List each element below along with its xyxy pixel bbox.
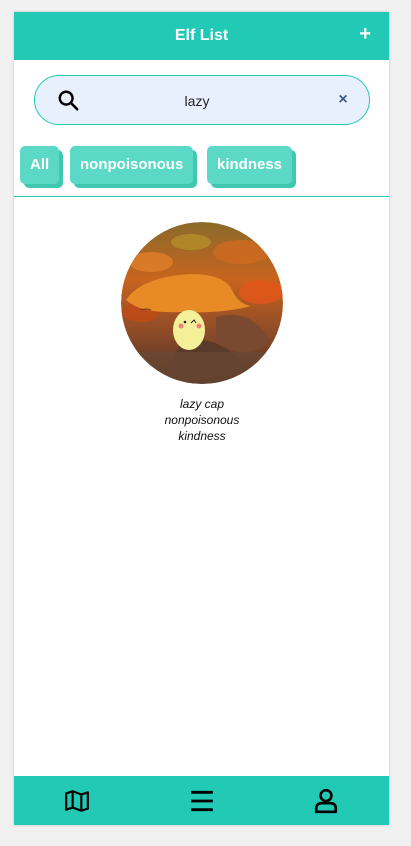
elf-tag-toxicity: nonpoisonous xyxy=(164,413,240,427)
add-button[interactable]: + xyxy=(359,22,371,46)
search-icon[interactable] xyxy=(57,89,79,111)
page-title: Elf List xyxy=(174,27,229,44)
header-bar: Elf List + xyxy=(14,12,389,60)
elf-tag-trait: kindness xyxy=(178,429,226,443)
search-bar: × xyxy=(34,75,370,125)
user-icon[interactable] xyxy=(313,788,339,814)
filter-chip-kindness[interactable]: kindness xyxy=(207,146,293,184)
search-input[interactable] xyxy=(95,86,299,116)
elf-avatar[interactable] xyxy=(121,222,283,384)
divider xyxy=(14,196,389,197)
bottom-nav xyxy=(14,776,389,825)
menu-icon[interactable] xyxy=(189,788,215,814)
filter-chip-nonpoisonous[interactable]: nonpoisonous xyxy=(70,146,194,184)
app-frame: Elf List + × All nonpoisonous kindness xyxy=(14,12,389,825)
filter-chip-all[interactable]: All xyxy=(20,146,60,184)
result-caption: lazy cap nonpoisonous kindness xyxy=(121,396,283,444)
elf-name: lazy cap xyxy=(179,397,225,411)
result-card[interactable]: lazy cap nonpoisonous kindness xyxy=(121,222,283,444)
map-icon[interactable] xyxy=(64,788,90,814)
clear-search-button[interactable]: × xyxy=(333,89,353,111)
